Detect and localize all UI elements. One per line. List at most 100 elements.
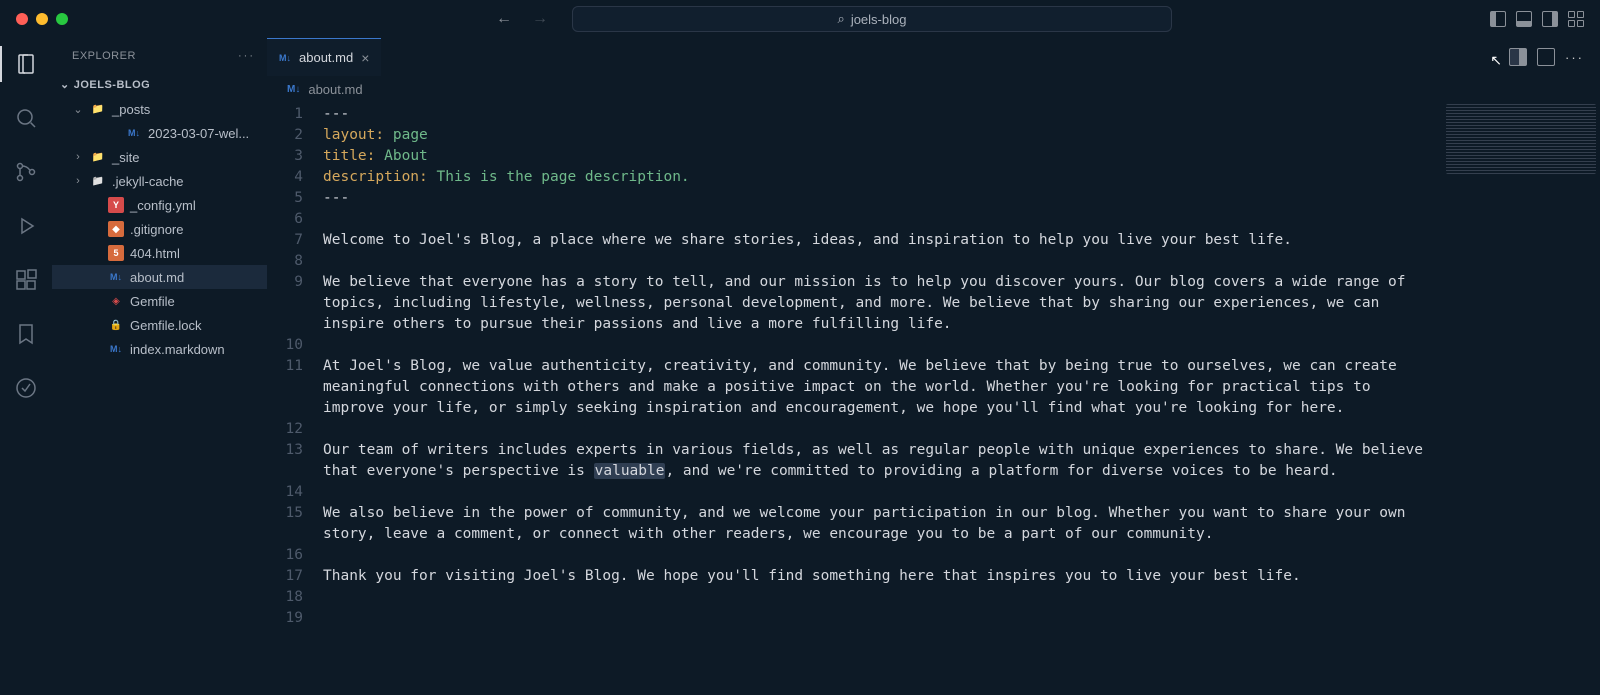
fm-val: This is the page description. bbox=[437, 169, 690, 185]
search-text: joels-blog bbox=[851, 12, 907, 27]
nav-back-button[interactable]: ← bbox=[496, 10, 512, 28]
ruby-icon: ◈ bbox=[108, 293, 124, 309]
minimize-window-button[interactable] bbox=[36, 13, 48, 25]
bookmarks-activity-icon[interactable] bbox=[12, 320, 40, 348]
breadcrumb[interactable]: M↓ about.md bbox=[267, 76, 1600, 102]
file-tree-item[interactable]: M↓ 2023-03-07-wel... bbox=[52, 121, 267, 145]
file-tree-item[interactable]: › 📁 _site bbox=[52, 145, 267, 169]
file-name-label: .gitignore bbox=[130, 222, 183, 237]
file-tree-item[interactable]: 🔒Gemfile.lock bbox=[52, 313, 267, 337]
fm-key: description bbox=[323, 169, 419, 185]
file-name-label: 404.html bbox=[130, 246, 180, 261]
file-tree-item[interactable]: M↓ about.md bbox=[52, 265, 267, 289]
markdown-icon: M↓ bbox=[126, 125, 142, 141]
markdown-icon: M↓ bbox=[287, 84, 300, 95]
file-name-label: index.markdown bbox=[130, 342, 225, 357]
file-tree-item[interactable]: ◆ .gitignore bbox=[52, 217, 267, 241]
paragraph: At Joel's Blog, we value authenticity, c… bbox=[323, 356, 1430, 419]
extensions-activity-icon[interactable] bbox=[12, 266, 40, 294]
file-name-label: _config.yml bbox=[130, 198, 196, 213]
close-tab-icon[interactable]: × bbox=[361, 50, 369, 66]
selection-highlight: valuable bbox=[594, 463, 666, 479]
file-tree-item[interactable]: Y _config.yml bbox=[52, 193, 267, 217]
file-tree-item[interactable]: ◈ Gemfile bbox=[52, 289, 267, 313]
fm-val: page bbox=[393, 127, 428, 143]
line-number: 6 bbox=[267, 209, 303, 230]
sidebar-more-icon[interactable]: ··· bbox=[238, 50, 255, 62]
file-name-label: 2023-03-07-wel... bbox=[148, 126, 249, 141]
code-content[interactable]: --- layout: page title: About descriptio… bbox=[323, 102, 1600, 695]
yaml-icon: Y bbox=[108, 197, 124, 213]
sidebar-header: EXPLORER ··· bbox=[52, 38, 267, 74]
markdown-icon: M↓ bbox=[279, 53, 291, 63]
file-tree-item[interactable]: ›📁.jekyll-cache bbox=[52, 169, 267, 193]
breadcrumb-file: about.md bbox=[308, 82, 362, 97]
search-activity-icon[interactable] bbox=[12, 104, 40, 132]
run-debug-activity-icon[interactable] bbox=[12, 212, 40, 240]
file-tree-item[interactable]: 5 404.html bbox=[52, 241, 267, 265]
line-number: 5 bbox=[267, 188, 303, 209]
file-name-label: about.md bbox=[130, 270, 184, 285]
customize-layout-icon[interactable] bbox=[1568, 11, 1584, 27]
paragraph: Welcome to Joel's Blog, a place where we… bbox=[323, 230, 1430, 251]
split-editor-icon[interactable] bbox=[1537, 48, 1555, 66]
markdown-icon: M↓ bbox=[108, 341, 124, 357]
file-tree: ⌄📁_postsM↓2023-03-07-wel...›📁_site›📁.jek… bbox=[52, 95, 267, 363]
folder-icon: 📁 bbox=[90, 149, 106, 165]
line-number: 1 bbox=[267, 104, 303, 125]
file-name-label: _posts bbox=[112, 102, 150, 117]
line-number: 4 bbox=[267, 167, 303, 188]
folder-icon: 📁 bbox=[90, 173, 106, 189]
line-number: 13 bbox=[267, 440, 303, 482]
line-number: 10 bbox=[267, 335, 303, 356]
close-window-button[interactable] bbox=[16, 13, 28, 25]
source-control-activity-icon[interactable] bbox=[12, 158, 40, 186]
line-number: 18 bbox=[267, 587, 303, 608]
line-number: 14 bbox=[267, 482, 303, 503]
minimap[interactable] bbox=[1446, 104, 1596, 174]
git-icon: ◆ bbox=[108, 221, 124, 237]
file-name-label: Gemfile bbox=[130, 294, 175, 309]
remote-activity-icon[interactable] bbox=[12, 374, 40, 402]
toggle-panel-icon[interactable] bbox=[1516, 11, 1532, 27]
tab-about-md[interactable]: M↓ about.md × bbox=[267, 38, 381, 76]
chevron-icon: › bbox=[72, 151, 84, 163]
paragraph: We believe that everyone has a story to … bbox=[323, 272, 1430, 335]
search-icon: ⌕ bbox=[838, 11, 845, 27]
file-tree-item[interactable]: M↓ index.markdown bbox=[52, 337, 267, 361]
explorer-sidebar: EXPLORER ··· ⌄ JOELS-BLOG ⌄📁_posts M↓ 2023… bbox=[52, 38, 267, 695]
editor-more-icon[interactable]: ··· bbox=[1565, 50, 1584, 65]
explorer-activity-icon[interactable] bbox=[12, 50, 40, 78]
file-tree-item[interactable]: ⌄📁_posts bbox=[52, 97, 267, 121]
project-root[interactable]: ⌄ JOELS-BLOG bbox=[52, 74, 267, 95]
paragraph: Thank you for visiting Joel's Blog. We h… bbox=[323, 566, 1430, 587]
line-number: 16 bbox=[267, 545, 303, 566]
line-number: 8 bbox=[267, 251, 303, 272]
line-number: 15 bbox=[267, 503, 303, 545]
file-name-label: .jekyll-cache bbox=[112, 174, 184, 189]
layout-controls bbox=[1490, 11, 1584, 27]
activity-bar bbox=[0, 38, 52, 695]
nav-forward-button[interactable]: → bbox=[532, 10, 548, 28]
toggle-primary-sidebar-icon[interactable] bbox=[1490, 11, 1506, 27]
fm-key: title bbox=[323, 148, 367, 164]
markdown-icon: M↓ bbox=[108, 269, 124, 285]
toggle-secondary-sidebar-icon[interactable] bbox=[1542, 11, 1558, 27]
line-numbers-gutter: 12345678910111213141516171819 bbox=[267, 102, 323, 695]
frontmatter-delim: --- bbox=[323, 106, 349, 122]
frontmatter-delim: --- bbox=[323, 190, 349, 206]
nav-history: ← → bbox=[496, 10, 548, 28]
fm-key: layout bbox=[323, 127, 375, 143]
command-center-search[interactable]: ⌕ joels-blog bbox=[572, 6, 1172, 32]
line-number: 11 bbox=[267, 356, 303, 419]
file-name-label: _site bbox=[112, 150, 139, 165]
line-number: 3 bbox=[267, 146, 303, 167]
editor-body[interactable]: 12345678910111213141516171819 --- layout… bbox=[267, 102, 1600, 695]
html-icon: 5 bbox=[108, 245, 124, 261]
line-number: 7 bbox=[267, 230, 303, 251]
maximize-window-button[interactable] bbox=[56, 13, 68, 25]
sidebar-title: EXPLORER bbox=[72, 50, 136, 62]
editor-area: M↓ about.md × ··· ↖ M↓ about.md 12345678… bbox=[267, 38, 1600, 695]
open-preview-side-icon[interactable] bbox=[1509, 48, 1527, 66]
line-number: 12 bbox=[267, 419, 303, 440]
